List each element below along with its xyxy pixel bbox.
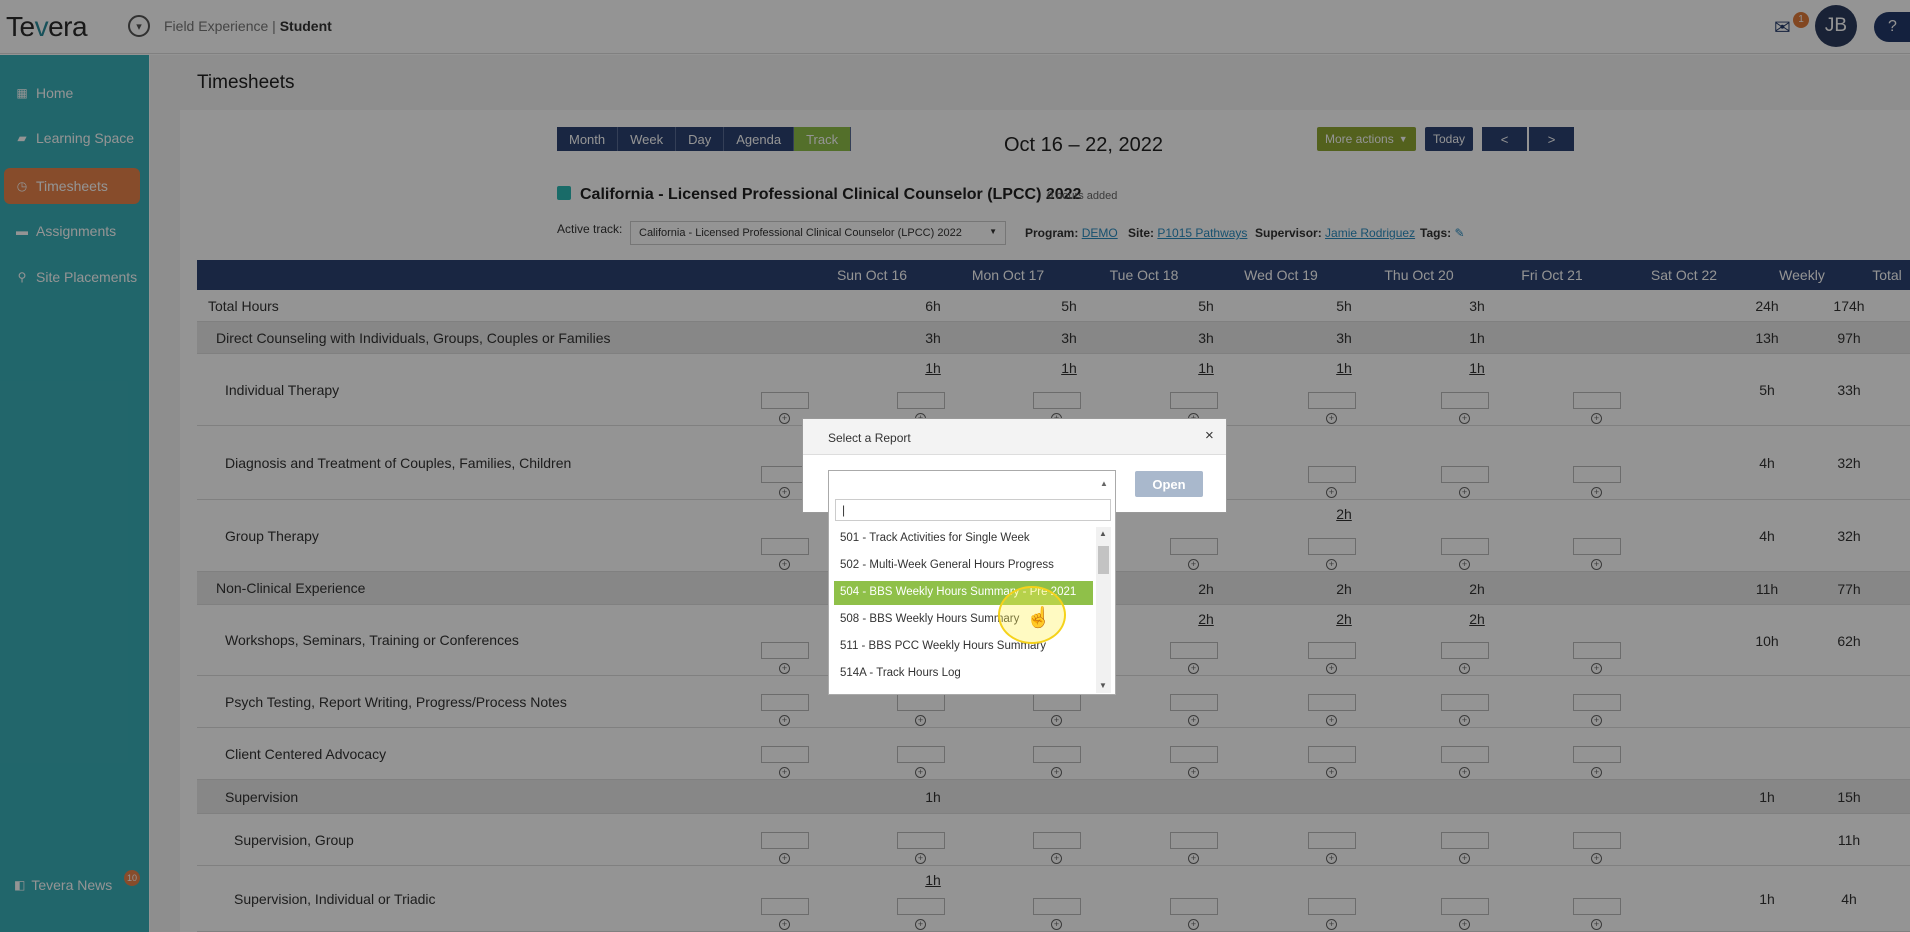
report-option[interactable]: 511 - BBS PCC Weekly Hours Summary xyxy=(834,635,1093,659)
report-search-input[interactable]: | xyxy=(835,499,1111,521)
scrollbar-thumb[interactable] xyxy=(1098,546,1109,574)
report-option[interactable]: 502 - Multi-Week General Hours Progress xyxy=(834,554,1093,578)
text-caret: | xyxy=(842,503,846,517)
report-dropdown[interactable]: ▲ | 501 - Track Activities for Single We… xyxy=(828,470,1116,695)
scroll-down-icon[interactable]: ▼ xyxy=(1099,681,1107,690)
open-button[interactable]: Open xyxy=(1135,471,1203,497)
close-icon[interactable]: × xyxy=(1205,427,1214,444)
report-option[interactable]: 501 - Track Activities for Single Week xyxy=(834,527,1093,551)
chevron-up-icon[interactable]: ▲ xyxy=(1100,479,1108,488)
scroll-up-icon[interactable]: ▲ xyxy=(1099,529,1107,538)
dropdown-scrollbar[interactable]: ▲ ▼ xyxy=(1096,527,1111,693)
modal-title: Select a Report xyxy=(803,419,1226,455)
hand-cursor-icon: ☝ xyxy=(1026,607,1051,629)
report-option[interactable]: 514A - Track Hours Log xyxy=(834,662,1093,686)
